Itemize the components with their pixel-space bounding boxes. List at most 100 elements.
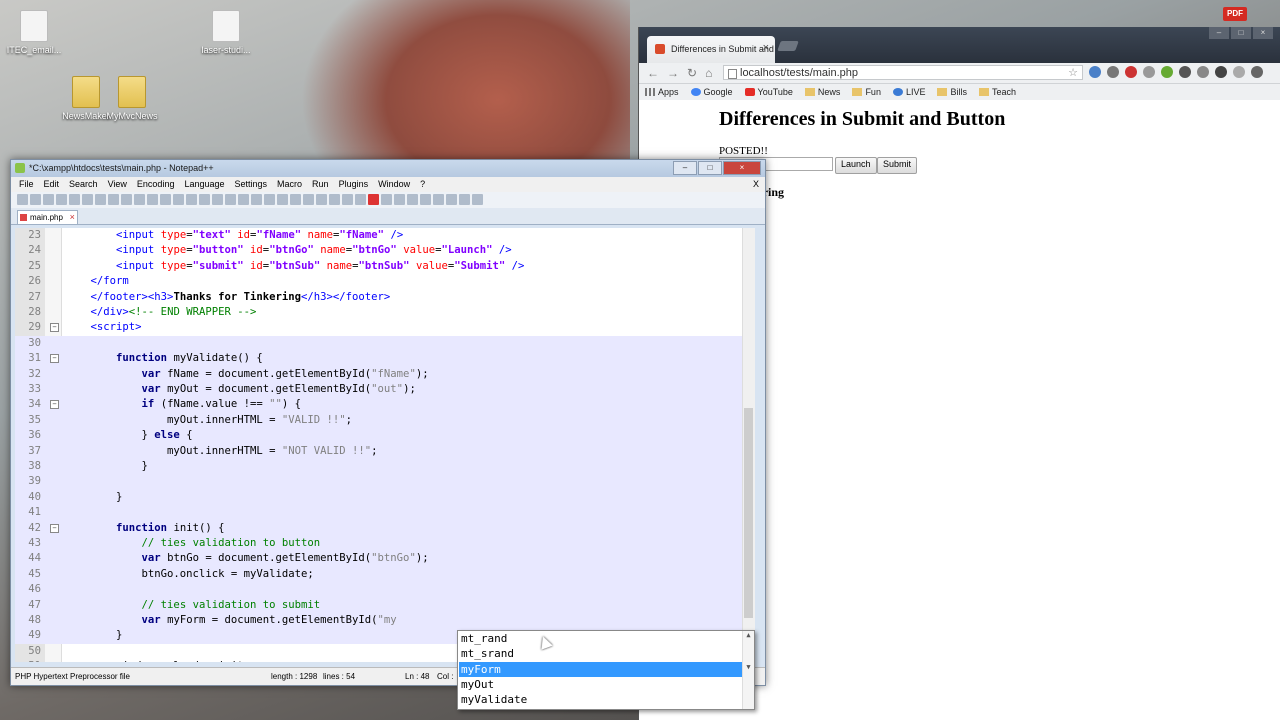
menu-icon[interactable] xyxy=(1251,66,1263,78)
browser-tab[interactable]: Differences in Submit and × xyxy=(647,36,775,63)
toolbar-button-icon[interactable] xyxy=(355,194,366,205)
launch-button[interactable]: Launch xyxy=(835,157,877,174)
autocomplete-scrollbar[interactable]: ▲ ▼ xyxy=(742,631,754,709)
extension-icon[interactable] xyxy=(1233,66,1245,78)
toolbar-button-icon[interactable] xyxy=(56,194,67,205)
forward-icon[interactable]: → xyxy=(667,66,679,80)
toolbar-button-icon[interactable] xyxy=(277,194,288,205)
bookmark-star-icon[interactable]: ☆ xyxy=(1068,66,1078,79)
maximize-button[interactable]: □ xyxy=(1231,27,1251,39)
fold-toggle-icon[interactable]: − xyxy=(50,354,59,364)
bookmark-live[interactable]: LIVE xyxy=(892,87,925,97)
toolbar-button-icon[interactable] xyxy=(381,194,392,205)
toolbar-button-icon[interactable] xyxy=(134,194,145,205)
scrollbar-thumb[interactable] xyxy=(744,408,753,618)
toolbar-button-icon[interactable] xyxy=(407,194,418,205)
toolbar-button-icon[interactable] xyxy=(108,194,119,205)
toolbar-button-icon[interactable] xyxy=(264,194,275,205)
bookmark-news[interactable]: News xyxy=(804,87,840,97)
bookmark-bills[interactable]: Bills xyxy=(937,87,967,97)
toolbar-button-icon[interactable] xyxy=(420,194,431,205)
extension-icon[interactable] xyxy=(1197,66,1209,78)
toolbar-button-icon[interactable] xyxy=(17,194,28,205)
toolbar-button-icon[interactable] xyxy=(329,194,340,205)
toolbar-button-icon[interactable] xyxy=(121,194,132,205)
menu-settings[interactable]: Settings xyxy=(235,177,268,192)
toolbar-button-icon[interactable] xyxy=(82,194,93,205)
tab-main-php[interactable]: main.php × xyxy=(17,210,78,224)
desktop-icon[interactable]: MyMvcNews xyxy=(100,76,164,121)
extension-icon[interactable] xyxy=(1089,66,1101,78)
extension-icon[interactable] xyxy=(1179,66,1191,78)
toolbar-button-icon[interactable] xyxy=(173,194,184,205)
menu-view[interactable]: View xyxy=(108,177,127,192)
toolbar-button-icon[interactable] xyxy=(95,194,106,205)
toolbar-button-icon[interactable] xyxy=(186,194,197,205)
toolbar-button-icon[interactable] xyxy=(446,194,457,205)
close-document-icon[interactable]: X xyxy=(753,177,759,192)
new-tab-button[interactable] xyxy=(777,41,799,51)
toolbar-button-icon[interactable] xyxy=(251,194,262,205)
close-tab-icon[interactable]: × xyxy=(763,42,769,54)
bookmark-youtube[interactable]: YouTube xyxy=(744,87,793,97)
bookmark-apps[interactable]: Apps xyxy=(645,87,679,97)
extension-icon[interactable] xyxy=(1143,66,1155,78)
autocomplete-item[interactable]: myOut xyxy=(459,677,742,692)
toolbar-button-icon[interactable] xyxy=(433,194,444,205)
fold-toggle-icon[interactable]: − xyxy=(50,323,59,333)
toolbar-button-icon[interactable] xyxy=(238,194,249,205)
minimize-button[interactable]: – xyxy=(673,161,697,175)
bookmark-google[interactable]: Google xyxy=(690,87,733,97)
toolbar-button-icon[interactable] xyxy=(394,194,405,205)
fold-toggle-icon[interactable]: − xyxy=(50,523,59,533)
toolbar-button-icon[interactable] xyxy=(459,194,470,205)
menu-language[interactable]: Language xyxy=(184,177,224,192)
code-editor[interactable]: 23 <input type="text" id="fName" name="f… xyxy=(15,228,755,662)
autocomplete-item[interactable]: mt_rand xyxy=(459,631,742,646)
vertical-scrollbar[interactable] xyxy=(742,228,755,662)
desktop-icon[interactable]: laser-studi... xyxy=(194,10,258,55)
extension-icon[interactable] xyxy=(1161,66,1173,78)
menu-encoding[interactable]: Encoding xyxy=(137,177,175,192)
toolbar-button-icon[interactable] xyxy=(147,194,158,205)
autocomplete-item[interactable]: myValidate xyxy=(459,692,742,707)
bookmark-teach[interactable]: Teach xyxy=(978,87,1016,97)
autocomplete-item[interactable]: myForm xyxy=(459,661,742,677)
maximize-button[interactable]: □ xyxy=(698,161,722,175)
toolbar-button-icon[interactable] xyxy=(316,194,327,205)
pdf-icon[interactable]: PDF xyxy=(1223,7,1247,21)
extension-icon[interactable] xyxy=(1107,66,1119,78)
toolbar-button-icon[interactable] xyxy=(342,194,353,205)
menu-macro[interactable]: Macro xyxy=(277,177,302,192)
desktop-icon[interactable]: ITEC_email... xyxy=(2,10,66,55)
toolbar-button-icon[interactable] xyxy=(160,194,171,205)
toolbar-button-icon[interactable] xyxy=(30,194,41,205)
toolbar-button-icon[interactable] xyxy=(290,194,301,205)
home-icon[interactable]: ⌂ xyxy=(705,66,712,80)
menu-search[interactable]: Search xyxy=(69,177,98,192)
toolbar-button-icon[interactable] xyxy=(472,194,483,205)
toolbar-button-icon[interactable] xyxy=(212,194,223,205)
menu-window[interactable]: Window xyxy=(378,177,410,192)
toolbar-button-icon[interactable] xyxy=(368,194,379,205)
submit-button[interactable]: Submit xyxy=(877,157,918,174)
extension-icon[interactable] xyxy=(1215,66,1227,78)
close-window-button[interactable]: × xyxy=(1253,27,1273,39)
toolbar-button-icon[interactable] xyxy=(199,194,210,205)
menu-help[interactable]: ? xyxy=(420,177,425,192)
fold-toggle-icon[interactable]: − xyxy=(50,400,59,410)
menu-run[interactable]: Run xyxy=(312,177,329,192)
back-icon[interactable]: ← xyxy=(647,66,659,80)
close-window-button[interactable]: × xyxy=(723,161,761,175)
toolbar-button-icon[interactable] xyxy=(225,194,236,205)
bookmark-fun[interactable]: Fun xyxy=(852,87,881,97)
menu-file[interactable]: File xyxy=(19,177,34,192)
menu-plugins[interactable]: Plugins xyxy=(339,177,369,192)
autocomplete-item[interactable]: mt_srand xyxy=(459,646,742,661)
extension-icon[interactable] xyxy=(1125,66,1137,78)
menu-edit[interactable]: Edit xyxy=(44,177,60,192)
address-bar[interactable]: localhost/tests/main.php ☆ xyxy=(723,65,1083,80)
toolbar-button-icon[interactable] xyxy=(43,194,54,205)
toolbar-button-icon[interactable] xyxy=(69,194,80,205)
close-tab-icon[interactable]: × xyxy=(70,211,75,224)
